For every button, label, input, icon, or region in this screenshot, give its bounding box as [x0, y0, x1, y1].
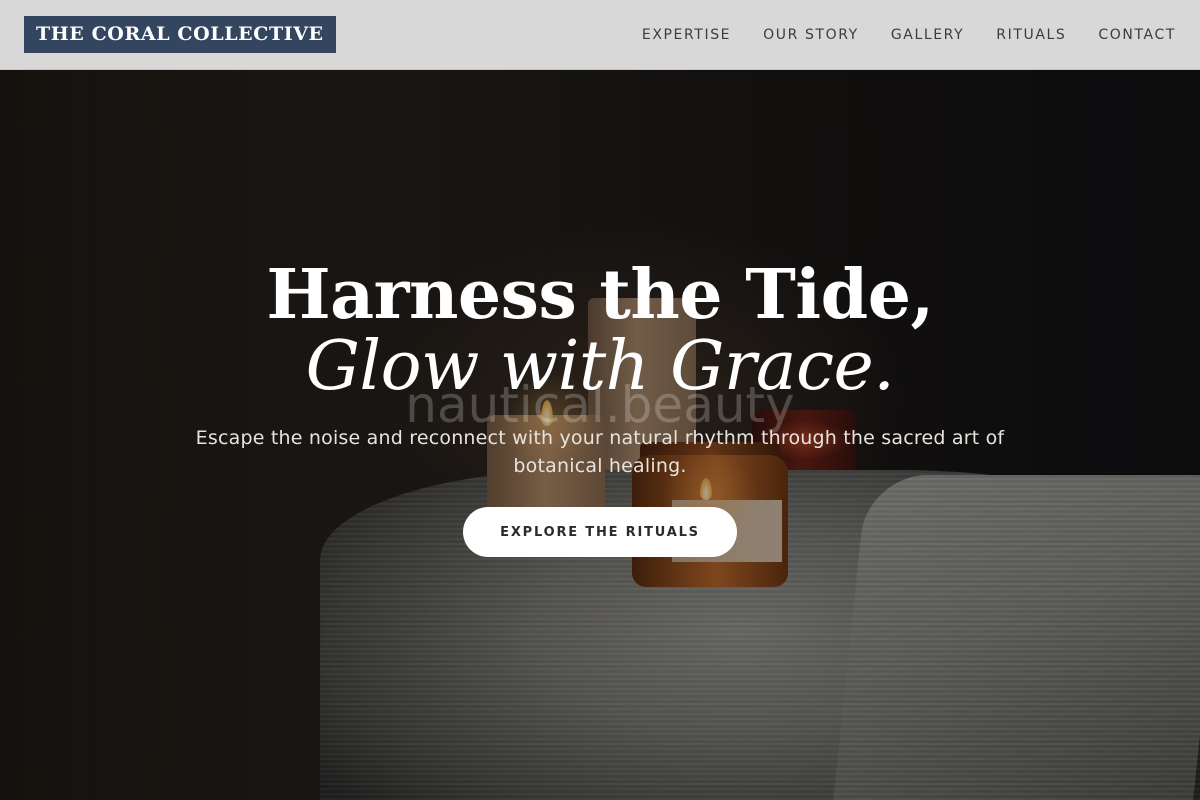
hero-tagline: Escape the noise and reconnect with your…	[195, 427, 1005, 477]
nav-link-rituals[interactable]: RITUALS	[996, 27, 1066, 43]
explore-rituals-button[interactable]: EXPLORE THE RITUALS	[463, 507, 737, 557]
nav-link-our-story[interactable]: OUR STORY	[763, 27, 859, 43]
hero-section: nautical.beauty Harness the Tide, Glow w…	[0, 70, 1200, 800]
main-nav: EXPERTISE OUR STORY GALLERY RITUALS CONT…	[610, 27, 1176, 43]
site-header: THE CORAL COLLECTIVE EXPERTISE OUR STORY…	[0, 0, 1200, 70]
hero-headline-line2: Glow with Grace.	[305, 327, 895, 406]
nav-link-gallery[interactable]: GALLERY	[891, 27, 964, 43]
hero-content: nautical.beauty Harness the Tide, Glow w…	[0, 70, 1200, 800]
site-logo[interactable]: THE CORAL COLLECTIVE	[24, 16, 336, 53]
nav-link-contact[interactable]: CONTACT	[1098, 27, 1176, 43]
nav-link-expertise[interactable]: EXPERTISE	[642, 27, 731, 43]
